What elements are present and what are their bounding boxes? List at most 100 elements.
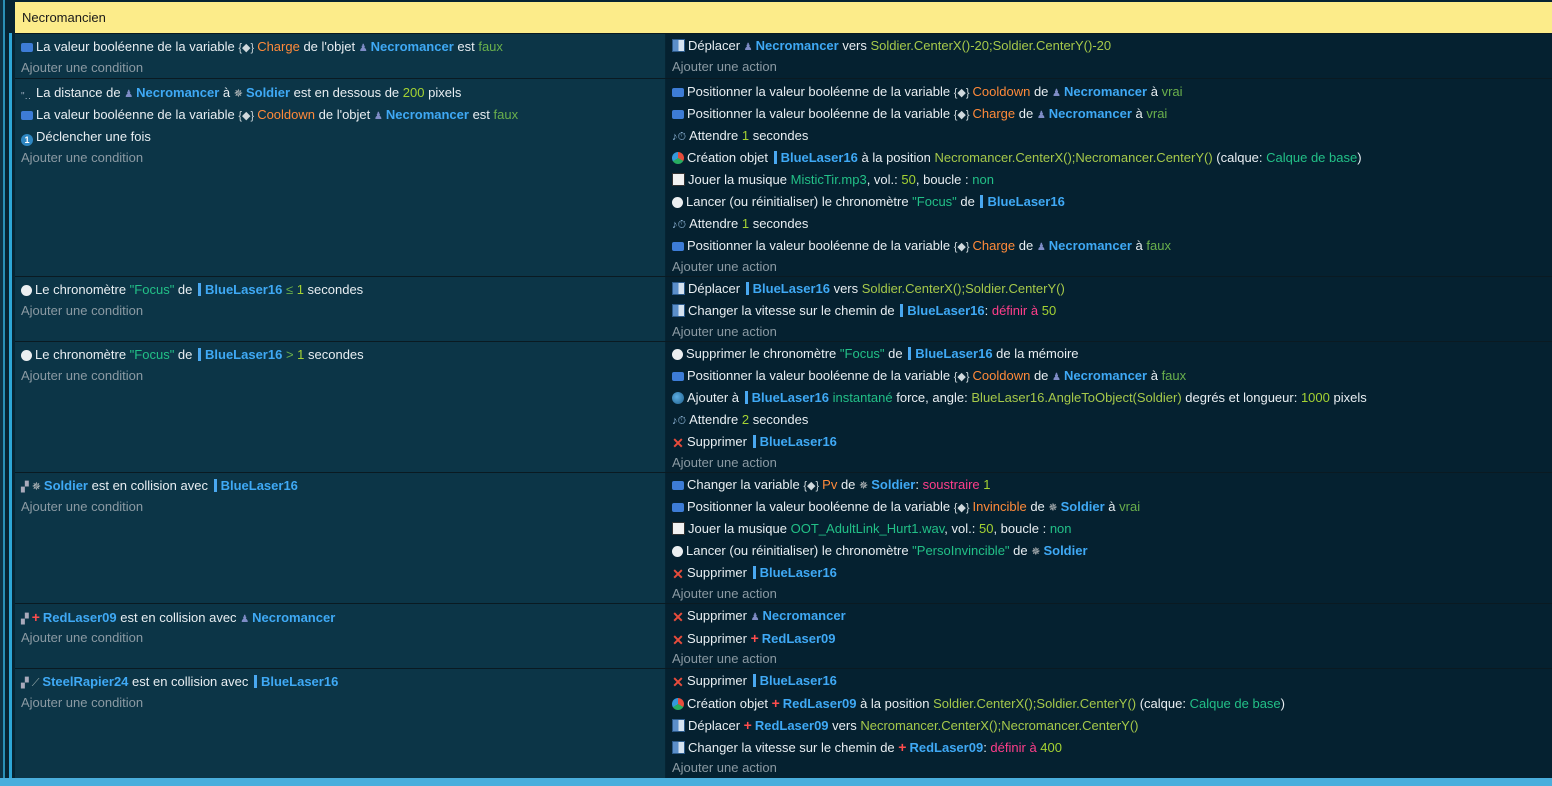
redlaser-icon: + [771,695,780,711]
conditions-panel: Le chronomètre "Focus" de BlueLaser16 ≤ … [15,277,665,341]
soldier-icon: ✵ [1048,502,1058,514]
action-line[interactable]: ♪⏱ Attendre 1 secondes [672,214,808,234]
action-line[interactable]: Positionner la valeur booléenne de la va… [672,236,1171,256]
bluelaser-icon [908,347,912,360]
variable-icon [672,372,684,381]
create-object-icon [672,698,684,710]
event-row[interactable]: ▞ ⟋ SteelRapier24 est en collision avec Bl… [15,668,1552,778]
add-condition-link[interactable]: Ajouter une condition [21,628,143,648]
condition-line[interactable]: Le chronomètre "Focus" de BlueLaser16 ≤ … [21,280,363,300]
distance-icon: "‥ [21,91,32,102]
action-line[interactable]: Création objet BlueLaser16 à la position… [672,148,1362,168]
variable-scope-icon: {◆} [953,87,970,99]
event-row[interactable]: La valeur booléenne de la variable {◆} Ch… [15,33,1552,78]
action-line[interactable]: Jouer la musique OOT_AdultLink_Hurt1.wav… [672,519,1072,539]
wait-icon: ♪⏱ [672,415,687,427]
action-line[interactable]: Déplacer BlueLaser16 vers Soldier.Center… [672,279,1065,299]
variable-icon [672,503,684,512]
event-group-header[interactable]: Necromancien [15,2,1552,33]
group-tree-line [9,33,12,778]
necromancer-icon: ♟ [124,89,134,100]
action-line[interactable]: Supprimer le chronomètre "Focus" de Blue… [672,344,1079,364]
action-line[interactable]: ♪⏱ Attendre 1 secondes [672,126,808,146]
action-line[interactable]: Déplacer + RedLaser09 vers Necromancer.Ce… [672,715,1139,735]
conditions-panel: ▞ ✵ Soldier est en collision avec BlueLase… [15,473,665,603]
action-line[interactable]: ✕ Supprimer BlueLaser16 [672,671,837,691]
add-action-link[interactable]: Ajouter une action [672,584,777,604]
bluelaser-icon [198,283,201,296]
necromancer-icon: ♟ [1036,110,1046,121]
soldier-icon: ✵ [859,480,869,492]
horizontal-scrollbar[interactable] [0,778,1552,786]
condition-line[interactable]: ▞ + RedLaser09 est en collision avec ♟ Necr… [21,607,335,627]
action-line[interactable]: ✕ Supprimer + RedLaser09 [672,628,835,648]
action-line[interactable]: Déplacer ♟ Necromancer vers Soldier.Cente… [672,36,1111,56]
condition-line[interactable]: "‥ La distance de ♟ Necromancer à ✵ Soldier… [21,83,461,103]
condition-line[interactable]: La valeur booléenne de la variable {◆} Ch… [21,37,503,57]
bluelaser-icon [752,435,756,448]
redlaser-icon: + [743,717,752,733]
variable-scope-icon: {◆} [238,42,255,54]
soldier-icon: ✵ [31,481,41,493]
action-line[interactable]: Positionner la valeur booléenne de la va… [672,82,1183,102]
action-line[interactable]: Changer la vitesse sur le chemin de + Red… [672,737,1062,757]
delete-icon: ✕ [672,674,684,690]
event-row[interactable]: "‥ La distance de ♟ Necromancer à ✵ Soldier… [15,78,1552,276]
delete-icon: ✕ [672,632,684,648]
action-line[interactable]: Lancer (ou réinitialiser) le chronomètre… [672,192,1065,212]
add-action-link[interactable]: Ajouter une action [672,649,777,669]
variable-scope-icon: {◆} [953,241,970,253]
action-line[interactable]: Ajouter à BlueLaser16 instantané force, … [672,388,1367,408]
conditions-panel: Le chronomètre "Focus" de BlueLaser16 > … [15,342,665,472]
event-sheet: Necromancien La valeur booléenne de la v… [0,0,1552,786]
necromancer-icon: ♟ [1052,88,1061,99]
add-condition-link[interactable]: Ajouter une condition [21,693,143,713]
bluelaser-icon [744,391,748,404]
action-line[interactable]: Création objet + RedLaser09 à la position… [672,693,1285,713]
add-condition-link[interactable]: Ajouter une condition [21,301,143,321]
actions-panel: ✕ Supprimer BlueLaser16 Création objet + R… [666,669,1552,778]
action-line[interactable]: Changer la vitesse sur le chemin de Blue… [672,301,1056,321]
condition-line[interactable]: ▞ ✵ Soldier est en collision avec BlueLase… [21,476,298,496]
add-condition-link[interactable]: Ajouter une condition [21,366,143,386]
action-line[interactable]: Positionner la valeur booléenne de la va… [672,366,1186,386]
action-line[interactable]: ✕ Supprimer BlueLaser16 [672,432,837,452]
condition-line[interactable]: 1 Déclencher une fois [21,127,151,147]
event-row[interactable]: ▞ + RedLaser09 est en collision avec ♟ Necr… [15,603,1552,668]
variable-scope-icon: {◆} [953,371,970,383]
action-line[interactable]: Lancer (ou réinitialiser) le chronomètre… [672,541,1088,561]
action-line[interactable]: Changer la variable {◆} Pv de ✵ Soldier: s… [672,475,991,495]
add-condition-link[interactable]: Ajouter une condition [21,497,143,517]
path-speed-icon [672,741,685,754]
condition-line[interactable]: La valeur booléenne de la variable {◆} Co… [21,105,518,125]
action-line[interactable]: Positionner la valeur booléenne de la va… [672,497,1140,517]
action-line[interactable]: ✕ Supprimer ♟ Necromancer [672,606,846,626]
action-line[interactable]: Jouer la musique MisticTir.mp3, vol.: 50… [672,170,994,190]
add-action-link[interactable]: Ajouter une action [672,322,777,342]
action-line[interactable]: ✕ Supprimer BlueLaser16 [672,563,837,583]
timer-icon [21,350,32,361]
event-row[interactable]: Le chronomètre "Focus" de BlueLaser16 > … [15,341,1552,472]
actions-panel: Positionner la valeur booléenne de la va… [666,79,1552,276]
add-condition-link[interactable]: Ajouter une condition [21,148,143,168]
variable-scope-icon: {◆} [953,502,970,514]
add-action-link[interactable]: Ajouter une action [672,57,777,77]
add-action-link[interactable]: Ajouter une action [672,453,777,473]
condition-line[interactable]: Le chronomètre "Focus" de BlueLaser16 > … [21,345,364,365]
event-row[interactable]: Le chronomètre "Focus" de BlueLaser16 ≤ … [15,276,1552,341]
necromancer-icon: ♟ [743,42,753,53]
collision-icon: ▞ [21,614,29,625]
add-action-link[interactable]: Ajouter une action [672,257,777,277]
action-line[interactable]: ♪⏱ Attendre 2 secondes [672,410,808,430]
condition-line[interactable]: ▞ ⟋ SteelRapier24 est en collision avec Bl… [21,672,338,692]
music-icon [672,173,685,186]
bluelaser-icon [900,304,904,317]
delete-icon: ✕ [672,435,684,451]
soldier-icon: ✵ [1031,546,1041,558]
add-condition-link[interactable]: Ajouter une condition [21,58,143,78]
action-line[interactable]: Positionner la valeur booléenne de la va… [672,104,1167,124]
conditions-panel: "‥ La distance de ♟ Necromancer à ✵ Soldier… [15,79,665,276]
event-row[interactable]: ▞ ✵ Soldier est en collision avec BlueLase… [15,472,1552,603]
add-action-link[interactable]: Ajouter une action [672,758,777,778]
wait-icon: ♪⏱ [672,131,687,143]
